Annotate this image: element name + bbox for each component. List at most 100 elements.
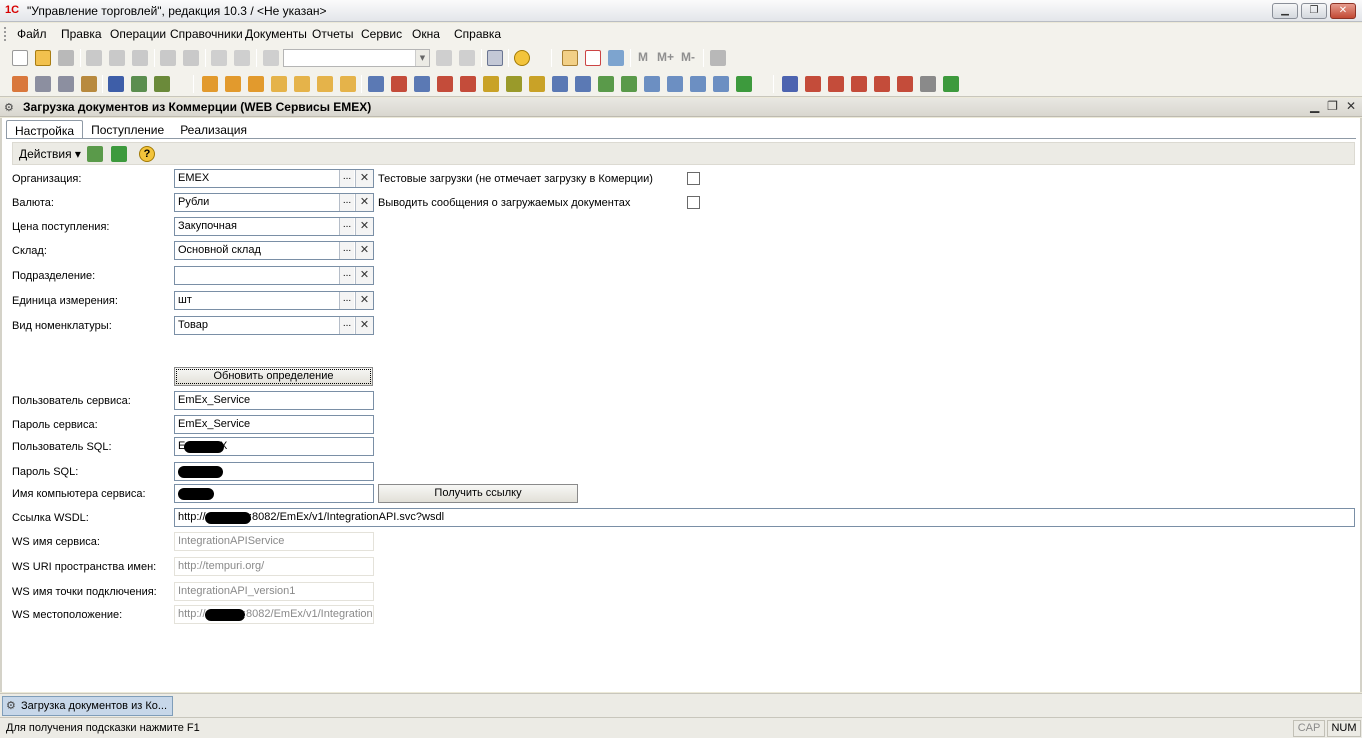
document-icon[interactable] [621,76,637,92]
chevron-down-icon[interactable]: ▼ [415,50,429,66]
computer-name-field[interactable] [174,484,374,503]
purchase-price-field[interactable]: Закупочная ... ✕ [174,217,374,236]
open-folder-icon[interactable] [35,50,51,66]
maximize-button[interactable]: ❐ [1301,3,1327,19]
document-minimize-button[interactable]: ▁ [1310,99,1319,113]
print-icon[interactable] [160,50,176,66]
tools-icon[interactable] [710,50,726,66]
menu-service[interactable]: Сервис [361,27,402,41]
report-icon[interactable] [874,76,890,92]
document-icon[interactable] [437,76,453,92]
menu-windows[interactable]: Окна [412,27,440,41]
report-icon[interactable] [782,76,798,92]
menu-documents[interactable]: Документы [245,27,307,41]
calendar-icon[interactable] [585,50,601,66]
menu-reports[interactable]: Отчеты [312,27,353,41]
report-icon[interactable] [851,76,867,92]
calculator-icon[interactable] [562,50,578,66]
info-icon[interactable] [514,50,530,66]
search-icon[interactable] [263,50,279,66]
document-icon[interactable] [736,76,752,92]
show-messages-checkbox[interactable] [687,196,700,209]
department-select-button[interactable]: ... [339,267,354,284]
document-icon[interactable] [667,76,683,92]
journal-icon[interactable] [12,76,28,92]
purchase-price-select-button[interactable]: ... [339,218,354,235]
currency-field[interactable]: Рубли ... ✕ [174,193,374,212]
wsdl-link-field[interactable]: http:// :8082/EmEx/v1/IntegrationAPI.svc… [174,508,1355,527]
cut-icon[interactable] [86,50,102,66]
report-icon[interactable] [805,76,821,92]
tab-sales[interactable]: Реализация [172,120,255,139]
unit-clear-button[interactable]: ✕ [355,292,373,309]
item-kind-select-button[interactable]: ... [339,317,354,334]
find-next-icon[interactable] [436,50,452,66]
warehouse-field[interactable]: Основной склад ... ✕ [174,241,374,260]
document-close-button[interactable]: ✕ [1346,99,1356,113]
document-icon[interactable] [317,76,333,92]
menu-catalogs[interactable]: Справочники [170,27,243,41]
printer-icon[interactable] [81,76,97,92]
document-icon[interactable] [575,76,591,92]
department-field[interactable]: ... ✕ [174,266,374,285]
sql-password-field[interactable] [174,462,374,481]
users-icon[interactable] [608,50,624,66]
document-icon[interactable] [529,76,545,92]
menu-edit[interactable]: Правка [61,27,102,41]
open-window-tab[interactable]: ⚙ Загрузка документов из Ко... [2,696,173,716]
document-restore-button[interactable]: ❐ [1327,99,1338,113]
printer-icon[interactable] [58,76,74,92]
department-clear-button[interactable]: ✕ [355,267,373,284]
redo-icon[interactable] [234,50,250,66]
document-icon[interactable] [202,76,218,92]
document-icon[interactable] [506,76,522,92]
sql-user-field[interactable]: E X [174,437,374,456]
actions-menu[interactable]: Действия ▾ [19,147,81,161]
document-icon[interactable] [294,76,310,92]
memory-add[interactable]: M+ [657,50,674,64]
menu-file[interactable]: Файл [17,27,47,41]
tab-receipts[interactable]: Поступление [83,120,172,139]
paste-icon[interactable] [132,50,148,66]
document-icon[interactable] [483,76,499,92]
currency-clear-button[interactable]: ✕ [355,194,373,211]
refresh-definition-button[interactable]: Обновить определение [174,367,373,386]
document-icon[interactable] [340,76,356,92]
item-kind-field[interactable]: Товар ... ✕ [174,316,374,335]
memory-subtract[interactable]: M- [681,50,695,64]
copy-icon[interactable] [109,50,125,66]
search-combo[interactable]: ▼ [283,49,430,67]
undo-icon[interactable] [211,50,227,66]
contractors-icon[interactable] [108,76,124,92]
save-icon[interactable] [58,50,74,66]
warehouse-clear-button[interactable]: ✕ [355,242,373,259]
organization-clear-button[interactable]: ✕ [355,170,373,187]
document-icon[interactable] [644,76,660,92]
tab-settings[interactable]: Настройка [6,120,84,139]
document-icon[interactable] [368,76,384,92]
document-icon[interactable] [271,76,287,92]
service-password-field[interactable]: EmEx_Service [174,415,374,434]
document-icon[interactable] [598,76,614,92]
report-icon[interactable] [828,76,844,92]
unit-field[interactable]: шт ... ✕ [174,291,374,310]
sum-icon[interactable] [897,76,913,92]
organization-select-button[interactable]: ... [339,170,354,187]
document-icon[interactable] [414,76,430,92]
close-button[interactable]: ✕ [1330,3,1356,19]
chart-icon[interactable] [154,76,170,92]
get-link-button[interactable]: Получить ссылку [378,484,578,503]
upload-icon[interactable] [111,146,127,162]
document-icon[interactable] [460,76,476,92]
new-document-icon[interactable] [12,50,28,66]
report-icon[interactable] [943,76,959,92]
service-user-field[interactable]: EmEx_Service [174,391,374,410]
windows-icon[interactable] [487,50,503,66]
minimize-button[interactable]: ▁ [1272,3,1298,19]
document-icon[interactable] [391,76,407,92]
document-icon[interactable] [225,76,241,92]
menu-operations[interactable]: Операции [110,27,166,41]
help-icon[interactable]: ? [139,146,155,162]
document-icon[interactable] [552,76,568,92]
printer-icon[interactable] [35,76,51,92]
